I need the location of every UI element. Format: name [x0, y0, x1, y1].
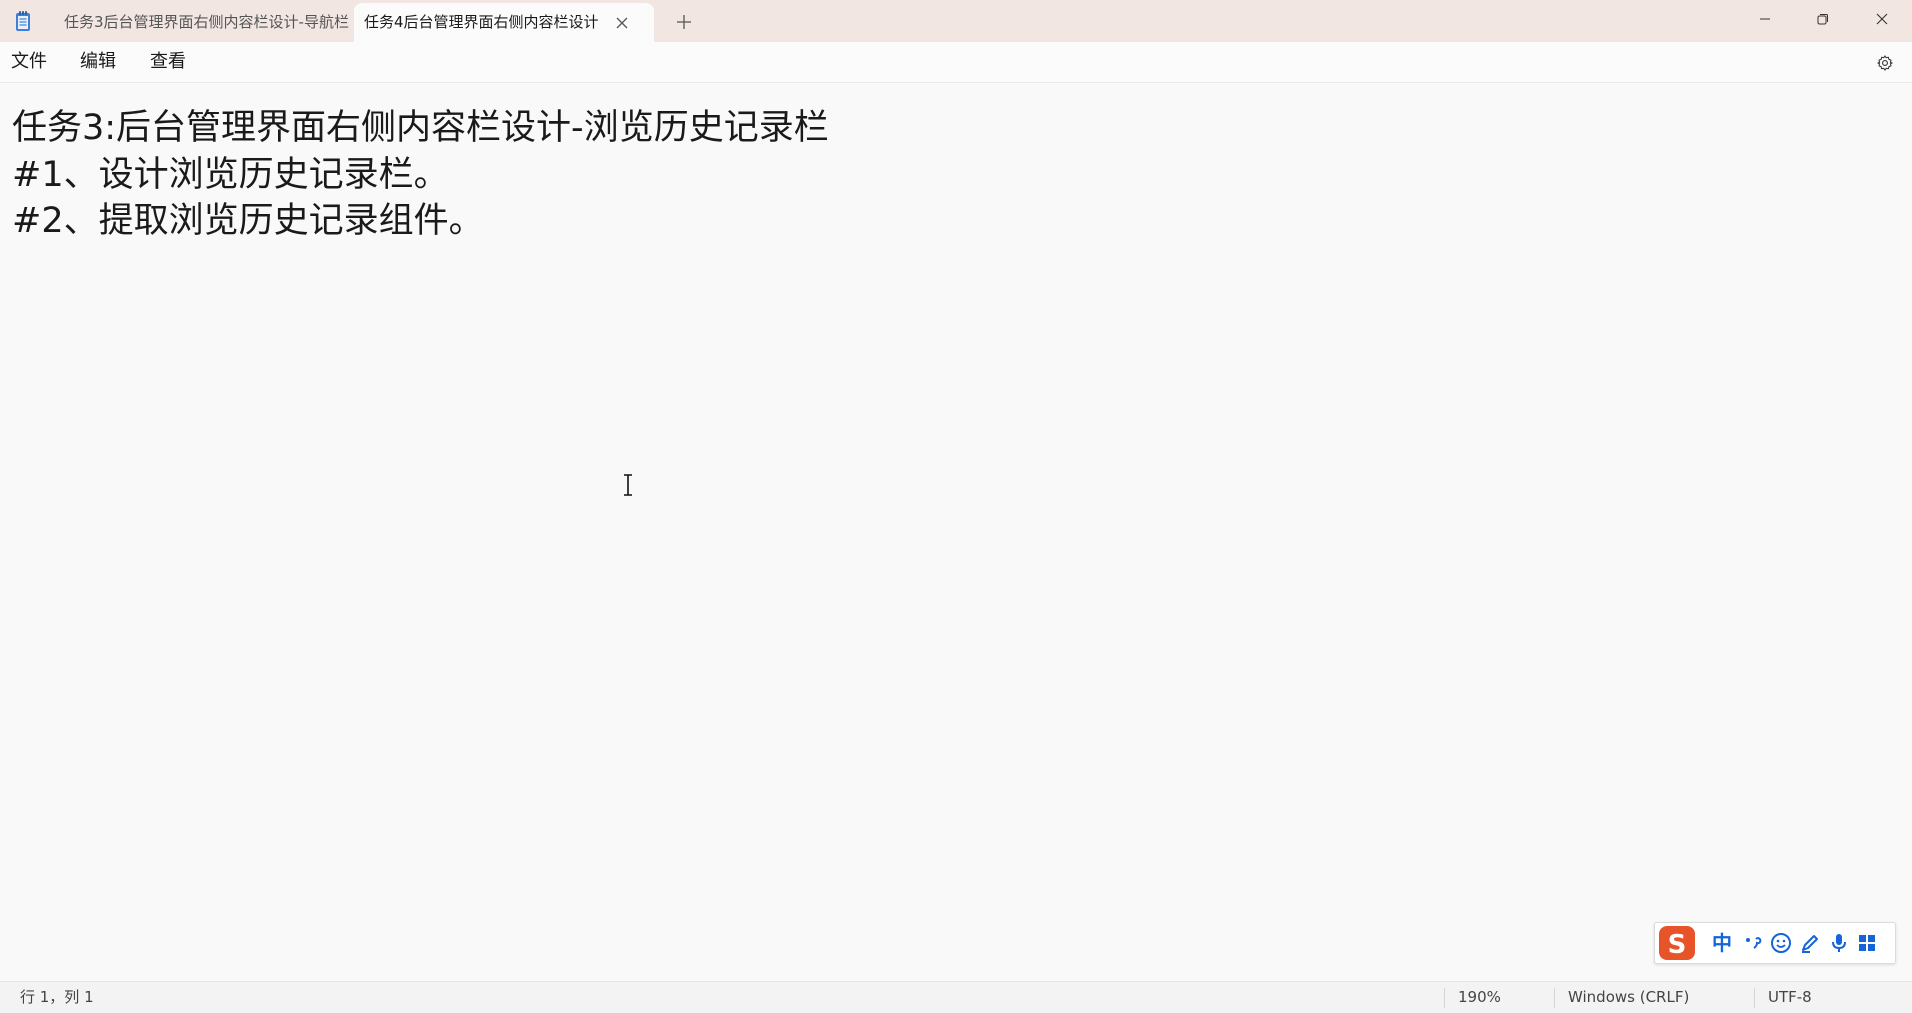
- ime-chinese-mode[interactable]: 中: [1712, 923, 1732, 963]
- settings-button[interactable]: [1873, 51, 1897, 75]
- cursor-position: 行 1，列 1: [20, 988, 94, 1006]
- sogou-logo-icon[interactable]: S: [1657, 925, 1697, 961]
- new-tab-button[interactable]: [671, 9, 697, 35]
- zoom-level[interactable]: 190%: [1458, 982, 1501, 1013]
- close-window-button[interactable]: [1853, 0, 1911, 38]
- tab-task4[interactable]: 任务4后台管理界面右侧内容栏设计: [354, 3, 654, 42]
- status-divider: [1444, 988, 1445, 1008]
- gear-icon: [1877, 55, 1893, 71]
- minimize-icon: [1760, 18, 1770, 20]
- menu-bar: 文件 编辑 查看: [0, 42, 1912, 83]
- line-ending[interactable]: Windows (CRLF): [1568, 982, 1689, 1013]
- emoji-icon[interactable]: [1769, 931, 1793, 955]
- notepad-app-icon: [16, 11, 30, 31]
- editor-line-2: #1、设计浏览历史记录栏。: [12, 155, 449, 195]
- text-editor[interactable]: 任务3:后台管理界面右侧内容栏设计-浏览历史记录栏 #1、设计浏览历史记录栏。 …: [0, 83, 1912, 981]
- ime-toolbar: S 中: [1654, 922, 1896, 964]
- menu-edit[interactable]: 编辑: [80, 42, 116, 82]
- close-icon: [1876, 13, 1888, 25]
- tab-label: 任务3后台管理界面右侧内容栏设计-导航栏: [64, 13, 349, 31]
- editor-line-3: #2、提取浏览历史记录组件。: [12, 201, 484, 241]
- encoding[interactable]: UTF-8: [1768, 982, 1812, 1013]
- tab-task3[interactable]: 任务3后台管理界面右侧内容栏设计-导航栏: [52, 3, 352, 42]
- title-bar: 任务3后台管理界面右侧内容栏设计-导航栏 任务4后台管理界面右侧内容栏设计: [0, 0, 1912, 42]
- toolbox-grid-icon[interactable]: [1855, 931, 1879, 955]
- punctuation-icon[interactable]: [1741, 931, 1765, 955]
- svg-text:S: S: [1668, 930, 1687, 960]
- restore-icon: [1817, 14, 1828, 25]
- menu-view[interactable]: 查看: [150, 42, 186, 82]
- status-bar: 行 1，列 1 190% Windows (CRLF) UTF-8: [0, 981, 1912, 1013]
- text-cursor-icon: [624, 474, 632, 496]
- status-divider: [1754, 988, 1755, 1008]
- minimize-button[interactable]: [1736, 0, 1794, 38]
- status-divider: [1554, 988, 1555, 1008]
- restore-button[interactable]: [1794, 0, 1852, 38]
- editor-line-1: 任务3:后台管理界面右侧内容栏设计-浏览历史记录栏: [12, 108, 829, 148]
- microphone-icon[interactable]: [1827, 931, 1851, 955]
- plus-icon: [677, 15, 691, 29]
- tab-label: 任务4后台管理界面右侧内容栏设计: [364, 13, 599, 31]
- menu-file[interactable]: 文件: [11, 42, 47, 82]
- close-tab-icon[interactable]: [612, 3, 632, 42]
- handwriting-icon[interactable]: [1798, 931, 1822, 955]
